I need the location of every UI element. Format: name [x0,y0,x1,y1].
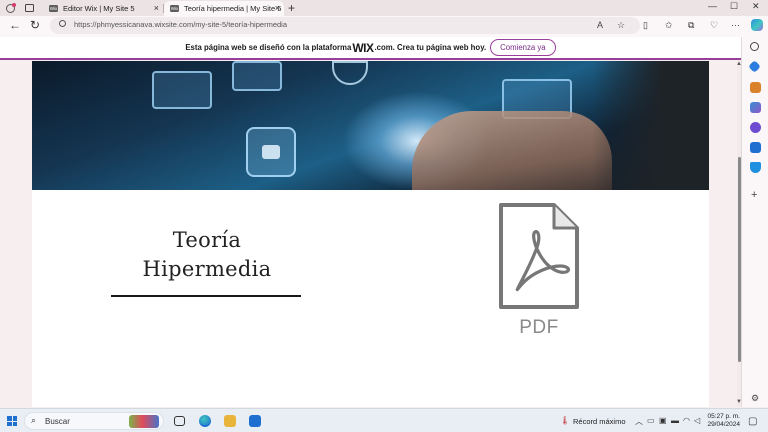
browser-toolbar: ← ↻ https://phmyessicanava.wixsite.com/m… [0,16,768,37]
close-window-button[interactable]: ✕ [752,1,760,12]
notifications-icon[interactable]: ▢ [748,416,757,427]
windows-start-icon[interactable] [7,416,17,426]
read-aloud-icon[interactable]: A [597,20,603,30]
tab-editor-wix[interactable]: Wix Editor Wix | My Site 5 × [43,1,163,16]
wix-icon: Wix [49,5,58,12]
more-menu-icon[interactable]: ··· [731,20,740,30]
url-text: https://phmyessicanava.wixsite.com/my-si… [74,20,287,29]
title-line-2: Hipermedia [142,257,272,281]
comienza-ya-button[interactable]: Comienza ya [490,39,556,56]
search-icon: ⌕ [31,415,37,425]
task-view-icon[interactable] [174,416,185,426]
pdf-label: PDF [519,317,559,338]
clock-time: 05:27 p. m. [707,413,740,420]
close-tab-icon[interactable]: × [154,3,159,13]
gear-icon [332,61,368,85]
taskbar-clock[interactable]: 05:27 p. m. 29/04/2024 [704,413,740,429]
wix-promo-banner: Esta página web se diseñó con la platafo… [0,37,741,60]
tab-teoria-hipermedia[interactable]: Wix Teoría hipermedia | My Site 5 × [164,1,284,16]
minimize-button[interactable]: — [708,1,717,11]
weather-text[interactable]: Récord máximo [573,417,626,426]
refresh-icon[interactable]: ↻ [30,18,40,32]
drop-icon[interactable] [750,162,761,173]
microsoft-365-icon[interactable] [750,122,761,133]
battery-icon[interactable]: ▬ [671,416,679,425]
add-sidebar-app-icon[interactable]: + [751,189,757,201]
outlook-icon[interactable] [750,142,761,153]
back-icon[interactable]: ← [9,18,21,32]
browser-essentials-icon[interactable]: ♡ [710,20,718,31]
close-tab-icon[interactable]: × [275,3,280,13]
tray-app-icon[interactable]: ▣ [659,416,667,425]
floating-screen [152,71,212,109]
profile-badge [12,3,16,7]
games-icon[interactable] [750,102,761,113]
hand-shape [412,111,612,190]
site-info-icon[interactable] [59,20,66,27]
clock-date: 29/04/2024 [707,421,740,428]
search-icon[interactable] [750,42,759,51]
title-divider [111,295,301,297]
tab-actions-icon[interactable] [25,4,34,12]
hero-shadow [592,61,709,190]
tray-app-icon[interactable]: ▭ [647,416,655,425]
favorite-star-icon[interactable]: ☆ [617,20,625,31]
tab-strip: Wix Editor Wix | My Site 5 × Wix Teoría … [0,0,768,16]
mail-icon[interactable] [249,415,261,427]
tab-label: Teoría hipermedia | My Site 5 [184,4,282,13]
new-tab-button[interactable]: + [288,1,295,15]
collections-icon[interactable]: ⧉ [688,20,694,31]
wix-icon: Wix [170,5,179,12]
edge-taskbar-icon[interactable] [199,415,211,427]
camera-icon [246,127,296,177]
tools-icon[interactable] [750,82,761,93]
edge-sidebar: + ⚙ [741,37,768,407]
copilot-icon[interactable] [751,19,763,31]
page-title: Teoría Hipermedia [112,226,302,284]
search-label: Buscar [45,417,70,426]
wifi-icon[interactable]: ◠ [683,416,690,425]
content-section: Teoría Hipermedia PDF [32,190,709,407]
thermometer-icon: 🌡 [560,416,571,425]
page-viewport: Teoría Hipermedia PDF [0,61,741,407]
search-highlight-icon [129,415,159,428]
file-explorer-icon[interactable] [224,415,236,427]
favorites-icon[interactable]: ✩ [665,20,673,31]
floating-screen [232,61,282,91]
address-bar[interactable]: https://phmyessicanava.wixsite.com/my-si… [50,17,640,34]
banner-text-after: .com. Crea tu página web hoy. [374,43,487,52]
split-screen-icon[interactable]: ▯ [643,20,648,31]
windows-taskbar: ⌕ Buscar 🌡 Récord máximo ︿ ▭ ▣ ▬ ◠ ◁ 05:… [0,408,768,432]
banner-text-before: Esta página web se diseñó con la platafo… [185,43,352,52]
shopping-tag-icon[interactable] [748,60,761,73]
wix-logo: WIX [352,40,374,55]
show-hidden-icons-icon[interactable]: ︿ [635,416,643,427]
hero-image [32,61,709,190]
maximize-button[interactable]: ☐ [730,1,738,12]
taskbar-search[interactable]: ⌕ Buscar [24,412,164,430]
tab-label: Editor Wix | My Site 5 [63,4,135,13]
volume-icon[interactable]: ◁ [694,416,700,425]
sidebar-settings-icon[interactable]: ⚙ [751,393,759,404]
pdf-document-icon[interactable] [498,202,580,310]
title-line-1: Teoría [172,228,242,252]
